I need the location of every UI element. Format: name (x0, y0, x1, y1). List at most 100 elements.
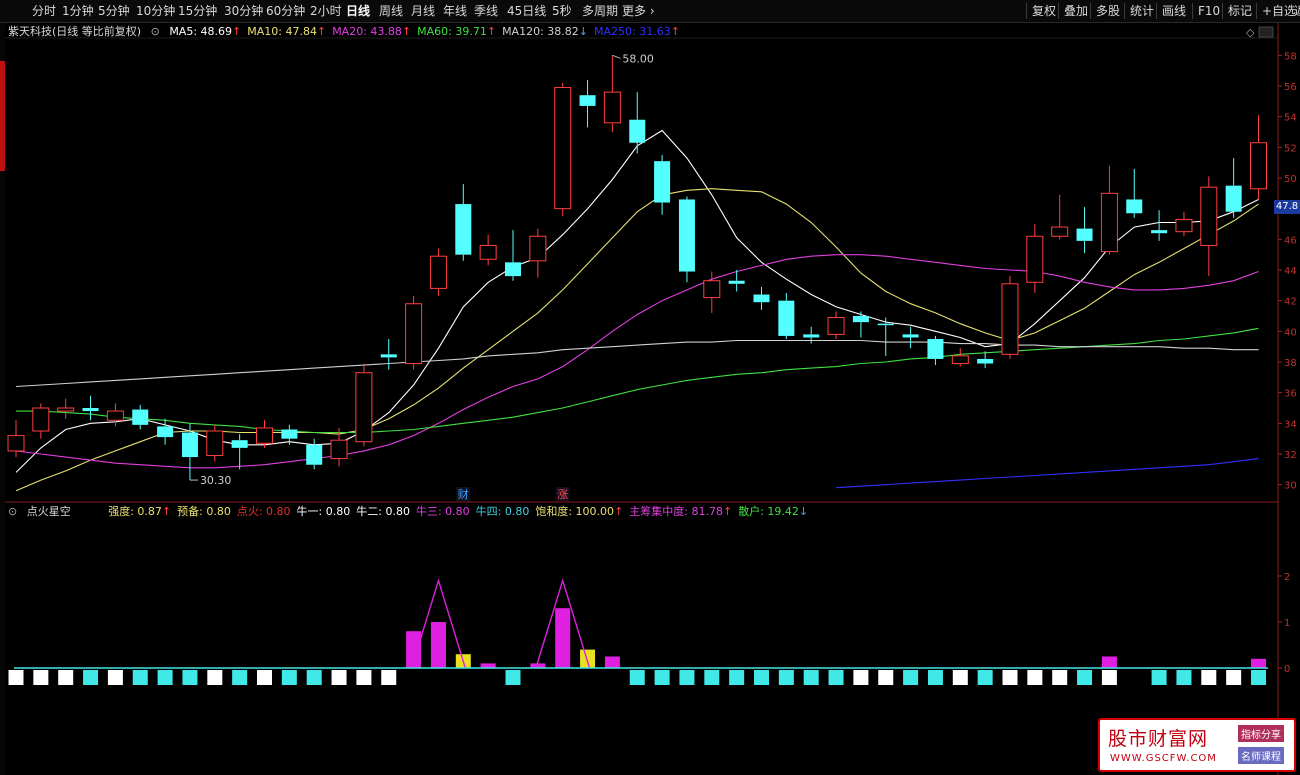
period-tab-4[interactable]: 15分钟 (178, 3, 217, 19)
candle-up (1200, 186, 1218, 246)
toolbar-right-1[interactable]: 叠加 (1060, 3, 1092, 19)
arrow-up-icon: ↑ (401, 25, 412, 38)
sub-y-tick-label: 0 (1284, 664, 1290, 675)
indicator-info-line: ⊙ 点火星空 强度: 0.87↑ 预备: 0.80 点火: 0.80 牛一: 0.80… (8, 505, 814, 519)
period-tab-13[interactable]: 45日线 (507, 3, 546, 19)
candle-down (678, 199, 695, 272)
signal-block-cyan (1176, 670, 1192, 685)
ma-value: MA5: 48.69 (169, 25, 233, 38)
signal-block-white (356, 670, 372, 685)
period-tab-16[interactable]: 更多 › (622, 3, 655, 19)
candle-up (479, 244, 497, 260)
candle-down (455, 204, 472, 255)
candle-up (529, 235, 547, 262)
period-tab-8[interactable]: 日线 (346, 3, 370, 19)
toolbar-right-0[interactable]: 复权 (1028, 3, 1060, 19)
y-tick-label: 56 (1284, 82, 1297, 93)
signal-block-cyan (306, 670, 322, 685)
left-side-red-tab[interactable] (0, 61, 5, 171)
candle-down (281, 429, 298, 439)
period-tab-14[interactable]: 5秒 (552, 3, 572, 19)
ma-label-1: MA10: 47.84↑ (247, 25, 326, 38)
period-tab-15[interactable]: 多周期 (582, 3, 618, 19)
ma-label-4: MA120: 38.82↓ (502, 25, 588, 38)
sub-y-tick-label: 2 (1284, 572, 1290, 583)
ignition-peak (410, 578, 466, 669)
toolbar-right-2[interactable]: 多股 (1092, 3, 1124, 19)
signal-block-cyan (803, 670, 819, 685)
period-tab-3[interactable]: 10分钟 (136, 3, 175, 19)
period-tab-10[interactable]: 月线 (411, 3, 435, 19)
y-tick-label: 52 (1284, 143, 1297, 154)
period-tab-2[interactable]: 5分钟 (98, 3, 130, 19)
candle-up (603, 91, 621, 124)
toolbar-separator (1156, 3, 1157, 19)
candle-down (1126, 199, 1143, 214)
main-info-line: 紫天科技(日线 等比前复权) ⊙ MA5: 48.69 ↑ MA10: 47.84↑… (8, 25, 686, 39)
toolbar-right-4[interactable]: 画线 (1158, 3, 1190, 19)
signal-block-white (1226, 670, 1242, 685)
event-marker-bg (555, 487, 570, 501)
indicator-title[interactable]: 点火星空 (27, 505, 71, 518)
toolbar-separator (1090, 3, 1091, 19)
stock-title[interactable]: 紫天科技(日线 等比前复权) (8, 25, 141, 38)
period-tab-11[interactable]: 年线 (443, 3, 467, 19)
indicator-settings-icon[interactable]: ⊙ (151, 25, 160, 38)
event-marker: 财 (458, 487, 469, 501)
y-tick-label: 30 (1284, 481, 1297, 492)
period-tab-6[interactable]: 60分钟 (266, 3, 305, 19)
chart-area[interactable]: 58565452504846444240383634323058.0030.30… (0, 0, 1300, 775)
strength-bar (1251, 658, 1266, 668)
toolbar-right-5[interactable]: F10 (1194, 3, 1224, 19)
candle-up (206, 430, 224, 457)
y-tick-label: 38 (1284, 358, 1297, 369)
signal-block-white (1101, 670, 1117, 685)
candle-down (654, 161, 671, 203)
signal-block-cyan (927, 670, 943, 685)
watermark-tag-2: 名师课程 (1238, 747, 1284, 764)
candle-down (977, 358, 994, 364)
candle-down (132, 409, 149, 425)
ma-value: MA120: 38.82 (502, 25, 579, 38)
left-side-strip (0, 23, 5, 775)
period-tab-0[interactable]: 分时 (32, 3, 56, 19)
signal-block-white (331, 670, 347, 685)
ma-label-3: MA60: 39.71↑ (417, 25, 496, 38)
candle-down (629, 119, 646, 143)
toolbar-separator (1124, 3, 1125, 19)
toolbar-right-3[interactable]: 统计 (1126, 3, 1158, 19)
candle-up (1175, 218, 1193, 233)
watermark-tag-1: 指标分享 (1238, 725, 1284, 742)
indicator-value-7: 饱和度: 100.00↑ (535, 505, 623, 518)
ma-line-ma250 (836, 458, 1259, 489)
toolbar-separator (1192, 3, 1193, 19)
candle-up (405, 303, 423, 365)
candle-up (703, 280, 721, 299)
y-tick-label: 36 (1284, 389, 1297, 400)
period-tab-12[interactable]: 季线 (474, 3, 498, 19)
indicator-value-8: 主筹集中度: 81.78↑ (629, 505, 732, 518)
candle-down (753, 294, 770, 303)
strength-bar (604, 656, 620, 668)
indicator-value-text: 预备: 0.80 (177, 505, 231, 518)
period-tab-1[interactable]: 1分钟 (62, 3, 94, 19)
signal-block-white (58, 670, 74, 685)
period-tab-9[interactable]: 周线 (379, 3, 403, 19)
period-tab-5[interactable]: 30分钟 (224, 3, 263, 19)
candle-down (579, 95, 596, 106)
toolbar-right-6[interactable]: 标记 (1224, 3, 1256, 19)
toolbar-right-8[interactable]: 返 (1290, 3, 1300, 19)
price-annotation-leader (612, 54, 621, 59)
candle-down (927, 339, 944, 359)
signal-block-white (1201, 670, 1217, 685)
current-price-tag: 47.8 (1274, 200, 1300, 214)
indicator-settings-icon-2[interactable]: ⊙ (8, 505, 17, 518)
strength-bar (530, 663, 546, 668)
watermark-main-text: 股市财富网 (1108, 728, 1209, 750)
candle-down (902, 334, 919, 338)
period-tab-7[interactable]: 2小时 (310, 3, 342, 19)
indicator-value-text: 牛二: 0.80 (356, 505, 410, 518)
signal-block-white (1052, 670, 1068, 685)
candle-down (1151, 230, 1168, 234)
indicator-value-text: 主筹集中度: 81.78 (629, 505, 723, 518)
